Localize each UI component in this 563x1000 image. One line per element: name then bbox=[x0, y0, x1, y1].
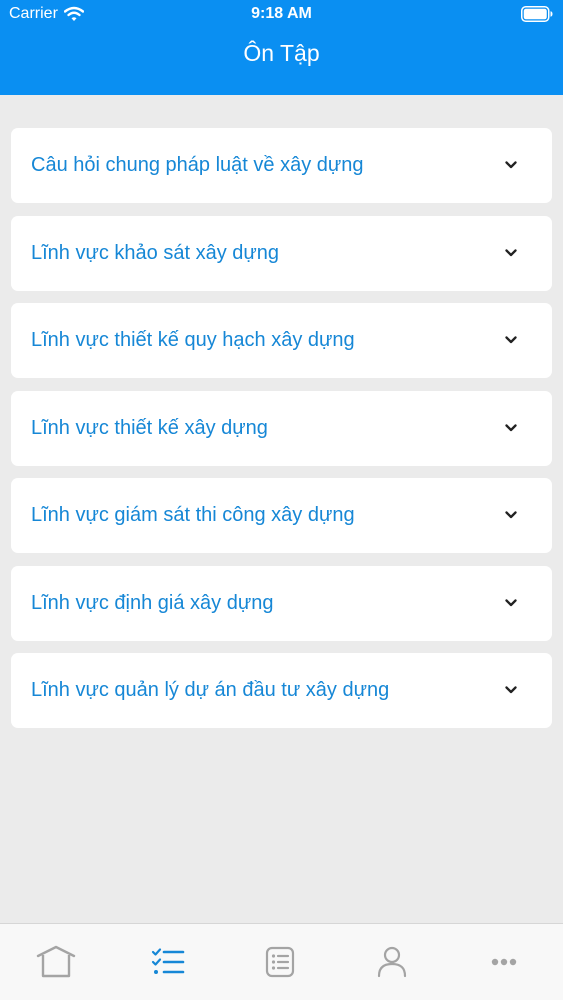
tab-tests[interactable] bbox=[224, 924, 336, 1000]
topic-pricing[interactable]: Lĩnh vực định giá xây dựng bbox=[11, 565, 552, 641]
status-bar: Carrier 9:18 AM bbox=[0, 0, 563, 30]
chevron-down-icon bbox=[505, 248, 517, 256]
tab-home[interactable] bbox=[0, 924, 112, 1000]
status-time: 9:18 AM bbox=[251, 5, 312, 22]
topic-construction-design[interactable]: Lĩnh vực thiết kế xây dựng bbox=[11, 390, 552, 466]
review-topic-list: Câu hỏi chung pháp luật về xây dựng Lĩnh… bbox=[11, 128, 552, 741]
topic-label: Lĩnh vực khảo sát xây dựng bbox=[31, 241, 280, 264]
chevron-down-icon bbox=[505, 686, 517, 694]
topic-project-management[interactable]: Lĩnh vực quản lý dự án đầu tư xây dựng bbox=[11, 653, 552, 728]
tab-more[interactable] bbox=[448, 924, 560, 1000]
home-icon bbox=[36, 945, 76, 978]
topic-label: Lĩnh vực định giá xây dựng bbox=[31, 591, 274, 614]
list-card-icon bbox=[265, 946, 295, 978]
battery-icon bbox=[521, 6, 553, 22]
topic-general-law[interactable]: Câu hỏi chung pháp luật về xây dựng bbox=[11, 128, 552, 203]
tab-profile[interactable] bbox=[336, 924, 448, 1000]
topic-label: Lĩnh vực thiết kế quy hạch xây dựng bbox=[31, 329, 355, 351]
person-icon bbox=[377, 946, 407, 978]
chevron-down-icon bbox=[505, 161, 517, 169]
topic-label: Lĩnh vực giám sát thi công xây dựng bbox=[31, 504, 355, 526]
navigation-header: Carrier 9:18 AM Ôn Tập bbox=[0, 0, 563, 95]
checklist-icon bbox=[151, 948, 185, 974]
topic-planning-design[interactable]: Lĩnh vực thiết kế quy hạch xây dựng bbox=[11, 303, 552, 378]
topic-survey[interactable]: Lĩnh vực khảo sát xây dựng bbox=[11, 215, 552, 291]
chevron-down-icon bbox=[505, 423, 517, 431]
page-title: Ôn Tập bbox=[243, 40, 320, 66]
tab-bar bbox=[0, 923, 563, 1000]
chevron-down-icon bbox=[505, 598, 517, 606]
topic-label: Câu hỏi chung pháp luật về xây dựng bbox=[31, 154, 364, 176]
more-icon bbox=[491, 958, 517, 966]
tab-review[interactable] bbox=[112, 924, 224, 1000]
chevron-down-icon bbox=[505, 336, 517, 344]
topic-label: Lĩnh vực quản lý dự án đầu tư xây dựng bbox=[31, 679, 390, 701]
topic-label: Lĩnh vực thiết kế xây dựng bbox=[31, 416, 268, 439]
topic-supervision[interactable]: Lĩnh vực giám sát thi công xây dựng bbox=[11, 478, 552, 553]
chevron-down-icon bbox=[505, 511, 517, 519]
